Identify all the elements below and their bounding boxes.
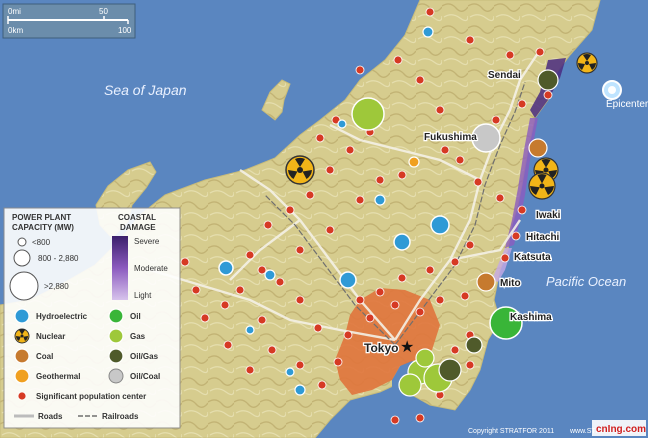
legend-coal-label: Coal bbox=[36, 352, 53, 361]
city-label-kashima: Kashima bbox=[510, 312, 552, 323]
legend: POWER PLANT CAPACITY (MW) <800 800 - 2,8… bbox=[3, 207, 181, 429]
legend-geothermal-icon bbox=[14, 368, 30, 384]
epicenter-label: Epicenter bbox=[606, 99, 648, 110]
legend-oil-label: Oil bbox=[130, 312, 141, 321]
legend-oilcoal-label: Oil/Coal bbox=[130, 372, 160, 381]
legend-damage-moderate: Moderate bbox=[134, 264, 168, 273]
watermark-text: cnIng.com bbox=[596, 424, 646, 435]
legend-damage-title-2: DAMAGE bbox=[120, 223, 156, 232]
map-canvas: Epicenter Sea of Japan Pacific Ocean Sen… bbox=[0, 0, 648, 438]
legend-damage-severe: Severe bbox=[134, 237, 160, 246]
legend-size-small: <800 bbox=[32, 238, 51, 247]
scale-km-value: 100 bbox=[118, 26, 132, 35]
legend-railroads-label: Railroads bbox=[102, 412, 139, 421]
legend-capacity-title-1: POWER PLANT bbox=[12, 213, 71, 222]
legend-size-large-marker bbox=[9, 271, 39, 301]
scale-mi-value: 50 bbox=[99, 7, 108, 16]
copyright-text: Copyright STRATFOR 2011 bbox=[468, 428, 554, 435]
legend-hydro-icon bbox=[14, 308, 30, 324]
sea-of-japan-label: Sea of Japan bbox=[104, 82, 187, 98]
legend-gas-label: Gas bbox=[130, 332, 146, 341]
city-label-hitachi: Hitachi bbox=[526, 232, 560, 243]
scale-km-zero: 0km bbox=[8, 26, 23, 35]
city-label-iwaki: Iwaki bbox=[536, 210, 561, 221]
legend-nuclear-label: Nuclear bbox=[36, 332, 65, 341]
legend-oilgas-label: Oil/Gas bbox=[130, 352, 159, 361]
legend-oilcoal-icon bbox=[108, 368, 124, 384]
legend-population-label: Significant population center bbox=[36, 392, 146, 401]
epicenter-marker bbox=[602, 80, 622, 100]
legend-size-medium-marker bbox=[13, 249, 31, 267]
city-label-fukushima: Fukushima bbox=[424, 132, 477, 143]
city-label-katsuta: Katsuta bbox=[514, 252, 551, 263]
legend-damage-light: Light bbox=[134, 291, 152, 300]
city-label-mito: Mito bbox=[500, 278, 521, 289]
legend-coal-icon bbox=[14, 348, 30, 364]
legend-damage-gradient bbox=[112, 236, 128, 300]
legend-hydro-label: Hydroelectric bbox=[36, 312, 88, 321]
legend-roads-label: Roads bbox=[38, 412, 63, 421]
legend-damage-title-1: COASTAL bbox=[118, 213, 156, 222]
city-label-sendai: Sendai bbox=[488, 70, 521, 81]
legend-capacity-title-2: CAPACITY (MW) bbox=[12, 223, 74, 232]
nuclear-plant-onagawa bbox=[576, 52, 598, 74]
legend-size-medium: 800 - 2,880 bbox=[38, 254, 79, 263]
legend-oilgas-icon bbox=[108, 348, 124, 364]
legend-oil-icon bbox=[108, 308, 124, 324]
watermark-badge: cnIng.com bbox=[592, 420, 646, 436]
scale-mi-zero: 0mi bbox=[8, 7, 21, 16]
scale-bar: 0mi 50 0km 100 bbox=[2, 3, 136, 39]
legend-gas-icon bbox=[108, 328, 124, 344]
legend-nuclear-icon bbox=[14, 328, 30, 344]
city-label-tokyo: Tokyo bbox=[364, 341, 398, 355]
legend-size-small-marker bbox=[17, 237, 27, 247]
pacific-ocean-label: Pacific Ocean bbox=[546, 274, 626, 289]
nuclear-plant-kashiwazaki bbox=[285, 155, 315, 185]
tokyo-star-icon: ★ bbox=[400, 337, 414, 356]
legend-size-large: >2,880 bbox=[44, 282, 69, 291]
nuclear-plant-fukushima-2 bbox=[528, 172, 556, 200]
legend-geothermal-label: Geothermal bbox=[36, 372, 80, 381]
legend-population-icon bbox=[17, 391, 27, 401]
